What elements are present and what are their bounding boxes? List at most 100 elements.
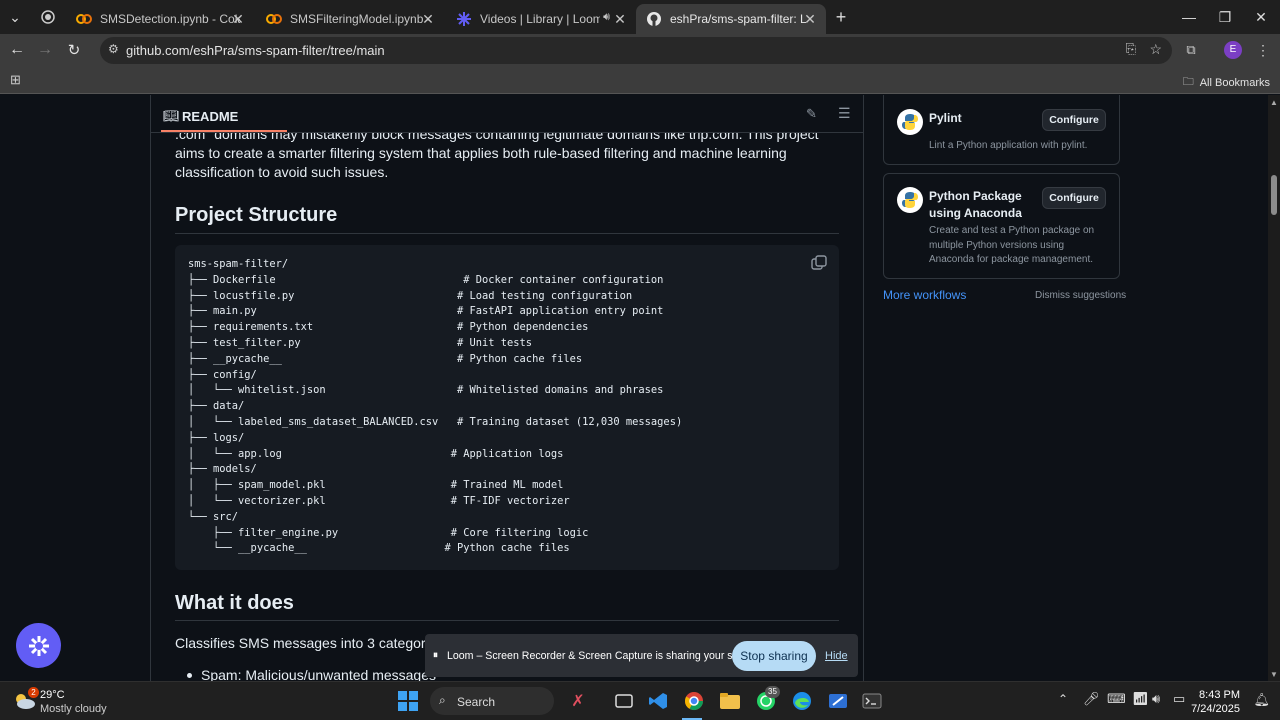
tree-line: ├── requirements.txt # Python dependenci… <box>188 321 589 334</box>
taskbar-search[interactable]: ⌕ Search <box>430 687 554 715</box>
snipping-tool-icon[interactable] <box>826 689 850 713</box>
scrollbar-thumb[interactable] <box>1271 175 1277 215</box>
show-hidden-icons-chevron[interactable]: ⌃ <box>1058 692 1068 706</box>
forward-button[interactable]: → <box>34 39 56 61</box>
search-label: Search <box>457 695 496 709</box>
project-tree-code: sms-spam-filter/ ├── Dockerfile # Docker… <box>188 257 682 557</box>
wifi-icon[interactable]: 📶︎ <box>1132 691 1149 707</box>
avatar: E <box>1224 41 1242 59</box>
minimize-button[interactable]: — <box>1174 6 1204 28</box>
menu-button[interactable]: ⋮ <box>1252 39 1274 61</box>
all-bookmarks-button[interactable]: 🗀︎ All Bookmarks <box>1183 73 1270 92</box>
search-icon: ⌕ <box>439 693 446 707</box>
project-structure-heading: Project Structure <box>175 204 338 226</box>
configure-anaconda-button[interactable]: Configure <box>1042 187 1106 209</box>
site-info-icon[interactable]: ⚙ <box>108 42 119 56</box>
github-page: 📖︎ README ✎ ☰ .com" domains may mistaken… <box>0 95 1268 681</box>
scroll-up-icon[interactable]: ▲ <box>1270 98 1278 107</box>
edge-icon[interactable] <box>790 689 814 713</box>
drag-handle-icon[interactable]: ⏸ <box>433 650 438 661</box>
dismiss-suggestions-link[interactable]: Dismiss suggestions <box>1035 290 1126 301</box>
vscode-icon[interactable] <box>646 689 670 713</box>
restore-button[interactable]: ❐ <box>1210 6 1240 28</box>
loom-sharing-message: Loom – Screen Recorder & Screen Capture … <box>447 650 763 662</box>
tab-title: SMSFilteringModel.ipynb - Colab <box>290 12 430 26</box>
tab-loom[interactable]: Videos | Library | Loom 🔊︎ ✕ <box>446 4 636 34</box>
close-tab-icon[interactable]: ✕ <box>612 11 628 27</box>
bookmark-star-icon[interactable]: ☆ <box>1149 41 1162 58</box>
address-bar[interactable]: ⚙ github.com/eshPra/sms-spam-filter/tree… <box>100 37 1172 64</box>
speaker-icon[interactable]: 🔊︎ <box>603 11 610 24</box>
task-view-icon[interactable] <box>612 689 636 713</box>
more-workflows-link[interactable]: More workflows <box>883 288 966 302</box>
tree-line: ├── locustfile.py # Load testing configu… <box>188 289 633 302</box>
folder-icon: 🗀︎ <box>1182 76 1194 88</box>
record-icon[interactable] <box>40 9 56 25</box>
code-block: sms-spam-filter/ ├── Dockerfile # Docker… <box>175 245 839 570</box>
notification-bell-icon[interactable]: 🔔︎ <box>1253 692 1270 708</box>
intro-paragraph: .com" domains may mistakenly block messa… <box>175 126 819 180</box>
workflow-description: Create and test a Python package on mult… <box>929 225 1095 265</box>
new-tab-button[interactable]: + <box>826 6 856 28</box>
close-window-button[interactable]: ✕ <box>1246 6 1276 28</box>
tree-line: ├── config/ <box>188 368 257 381</box>
categories-paragraph: Classifies SMS messages into 3 categorie… <box>175 635 448 651</box>
tab-search-icon[interactable]: ⌄ <box>2 6 28 28</box>
tree-line: ├── main.py # FastAPI application entry … <box>188 305 664 318</box>
list-bullet <box>187 673 192 678</box>
forward-arrow-icon: → <box>37 41 53 58</box>
browser-toolbar: ← → ↻ ⚙ github.com/eshPra/sms-spam-filte… <box>0 34 1280 66</box>
keyboard-icon[interactable]: ⌨ <box>1107 691 1126 707</box>
active-tab-underline <box>161 130 287 132</box>
tree-line: ├── data/ <box>188 400 245 413</box>
close-tab-icon[interactable]: ✕ <box>230 11 246 27</box>
page-scrollbar[interactable]: ▲ ▼ <box>1268 95 1280 681</box>
tree-line: │ └── app.log # Application logs <box>188 447 564 460</box>
volume-icon[interactable]: 🔊︎ <box>1152 691 1160 707</box>
hide-button[interactable]: Hide <box>825 650 848 662</box>
close-tab-icon[interactable]: ✕ <box>802 11 818 27</box>
puzzle-icon: ⧉ <box>1186 42 1196 57</box>
what-it-does-heading: What it does <box>175 592 294 614</box>
outline-list-icon[interactable]: ☰ <box>838 105 851 122</box>
tab-smsfilteringmodel[interactable]: SMSFilteringModel.ipynb - Colab ✕ <box>256 4 444 34</box>
clock-time[interactable]: 8:43 PM <box>1199 689 1240 701</box>
battery-icon[interactable]: ▭ <box>1173 691 1185 707</box>
stop-sharing-button[interactable]: Stop sharing <box>732 641 816 671</box>
readme-tab-label[interactable]: README <box>182 109 238 124</box>
tree-line: ├── filter_engine.py # Core filtering lo… <box>213 526 589 539</box>
tree-line: │ └── labeled_sms_dataset_BALANCED.csv #… <box>188 415 683 428</box>
tree-line: ├── Dockerfile # Docker container config… <box>188 273 664 286</box>
extensions-button[interactable]: ⧉ <box>1180 39 1202 61</box>
file-explorer-icon[interactable] <box>718 689 742 713</box>
back-button[interactable]: ← <box>6 39 28 61</box>
python-logo-icon <box>897 187 923 213</box>
reload-button[interactable]: ↻ <box>63 39 85 61</box>
microphone-icon[interactable]: 🎤︎ <box>1083 691 1100 707</box>
tree-line: │ ├── spam_model.pkl # Trained ML model <box>188 479 564 492</box>
apps-grid-icon[interactable]: ⊞ <box>10 72 21 88</box>
copy-button[interactable] <box>811 255 829 273</box>
windows-start-icon[interactable] <box>396 689 420 713</box>
tree-line: ├── __pycache__ # Python cache files <box>188 352 583 365</box>
heading-divider <box>175 620 839 621</box>
edit-pencil-icon[interactable]: ✎ <box>806 106 817 122</box>
tab-github[interactable]: eshPra/sms-spam-filter: Lightweight ✕ <box>636 4 826 34</box>
configure-pylint-button[interactable]: Configure <box>1042 109 1106 131</box>
scroll-down-icon[interactable]: ▼ <box>1270 670 1278 679</box>
kebab-menu-icon: ⋮ <box>1256 41 1270 58</box>
loom-record-button[interactable] <box>16 623 61 668</box>
terminal-icon[interactable] <box>860 689 884 713</box>
whatsapp-badge: 35 <box>765 686 780 698</box>
copilot-icon[interactable]: ✗ <box>566 689 590 713</box>
tab-smsdetection[interactable]: SMSDetection.ipynb - Colab ✕ <box>66 4 254 34</box>
profile-button[interactable]: E <box>1222 39 1244 61</box>
workflow-name[interactable]: Python Package using Anaconda <box>929 188 1049 222</box>
close-tab-icon[interactable]: ✕ <box>420 11 436 27</box>
workflow-card-anaconda: Python Package using Anaconda Configure … <box>883 173 1120 279</box>
workflow-name[interactable]: Pylint <box>929 111 962 125</box>
clock-date[interactable]: 7/24/2025 <box>1191 703 1240 715</box>
weather-badge: 2 <box>28 687 39 698</box>
chrome-icon[interactable] <box>682 689 706 713</box>
install-app-icon[interactable]: ⎘ <box>1126 41 1136 57</box>
